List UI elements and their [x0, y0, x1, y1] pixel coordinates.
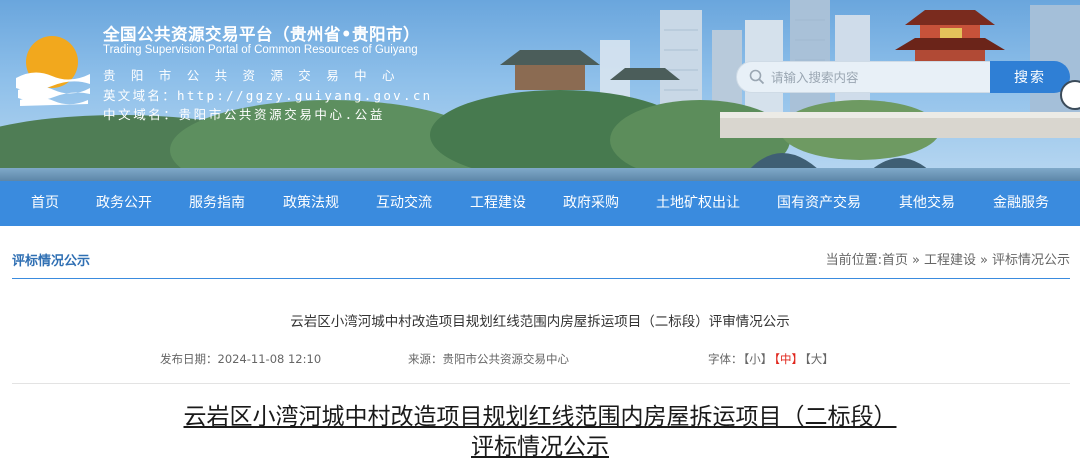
- nav-item-home[interactable]: 首页: [31, 181, 59, 226]
- font-size-large-button[interactable]: 【大】: [805, 352, 834, 366]
- chinese-domain-label: 中文域名：: [103, 107, 179, 122]
- font-size-medium-button[interactable]: 【中】: [774, 352, 803, 366]
- breadcrumb-link-current[interactable]: 评标情况公示: [992, 253, 1070, 268]
- article-title: 云岩区小湾河城中村改造项目规划红线范围内房屋拆运项目（二标段）评审情况公示: [290, 314, 790, 330]
- nav-item-state-assets[interactable]: 国有资产交易: [777, 181, 861, 226]
- nav-item-procurement[interactable]: 政府采购: [563, 181, 619, 226]
- document-heading-line-2: 评标情况公示: [471, 434, 609, 460]
- breadcrumb: 当前位置:首页 » 工程建设 » 评标情况公示: [826, 249, 1070, 268]
- nav-item-government-affairs[interactable]: 政务公开: [96, 181, 152, 226]
- section-divider: [12, 278, 1070, 279]
- search-box: [736, 61, 991, 93]
- breadcrumb-prefix: 当前位置:: [825, 253, 883, 268]
- search-icon: [749, 69, 765, 85]
- chinese-domain-value: 贵阳市公共资源交易中心.公益: [178, 107, 385, 122]
- source-value: 贵阳市公共资源交易中心: [442, 352, 570, 366]
- nav-item-interaction[interactable]: 互动交流: [376, 181, 432, 226]
- nav-item-service-guide[interactable]: 服务指南: [189, 181, 245, 226]
- publish-date: 发布日期：2024-11-08 12:10: [160, 351, 321, 367]
- search-input[interactable]: [771, 67, 981, 87]
- sun-over-waves-logo-icon: [16, 36, 90, 106]
- breadcrumb-link-construction[interactable]: 工程建设: [924, 253, 976, 268]
- publish-date-label: 发布日期：: [160, 352, 218, 366]
- english-domain-value: http://ggzy.guiyang.gov.cn: [177, 88, 433, 103]
- document-heading-line-1: 云岩区小湾河城中村改造项目规划红线范围内房屋拆运项目（二标段）: [183, 404, 897, 430]
- nav-item-policies[interactable]: 政策法规: [283, 181, 339, 226]
- header-banner: 全国公共资源交易平台（贵州省•贵阳市） Trading Supervision …: [0, 0, 1080, 181]
- article-source: 来源：贵阳市公共资源交易中心: [408, 351, 569, 367]
- english-domain-label: 英文域名：: [103, 88, 178, 103]
- publish-date-value: 2024-11-08 12:10: [217, 352, 322, 366]
- font-size-small-button[interactable]: 【小】: [744, 352, 773, 366]
- organization-name: 贵阳市公共资源交易中心: [103, 68, 410, 83]
- breadcrumb-separator: »: [912, 253, 920, 268]
- portal-title-cn: 全国公共资源交易平台（贵州省•贵阳市）: [103, 25, 421, 44]
- portal-title-en: Trading Supervision Portal of Common Res…: [103, 44, 418, 56]
- font-size-label: 字体：: [708, 352, 743, 366]
- search-button[interactable]: 搜索: [990, 61, 1070, 93]
- nav-item-land-mining[interactable]: 土地矿权出让: [656, 181, 740, 226]
- chinese-domain-line: 中文域名：贵阳市公共资源交易中心.公益: [103, 104, 385, 123]
- breadcrumb-separator: »: [980, 253, 988, 268]
- nav-item-other-trading[interactable]: 其他交易: [899, 181, 955, 226]
- font-size-controls: 字体：【小】 【中】 【大】: [708, 351, 835, 367]
- section-title: 评标情况公示: [12, 254, 91, 269]
- meta-divider: [12, 383, 1070, 384]
- main-nav: 首页 政务公开 服务指南 政策法规 互动交流 工程建设 政府采购 土地矿权出让 …: [0, 181, 1080, 226]
- breadcrumb-link-home[interactable]: 首页: [882, 253, 908, 268]
- document-heading: 云岩区小湾河城中村改造项目规划红线范围内房屋拆运项目（二标段） 评标情况公示: [0, 402, 1080, 462]
- nav-item-financial[interactable]: 金融服务: [993, 181, 1049, 226]
- source-label: 来源：: [408, 352, 443, 366]
- nav-item-construction[interactable]: 工程建设: [470, 181, 526, 226]
- english-domain-line: 英文域名：http://ggzy.guiyang.gov.cn: [103, 85, 432, 104]
